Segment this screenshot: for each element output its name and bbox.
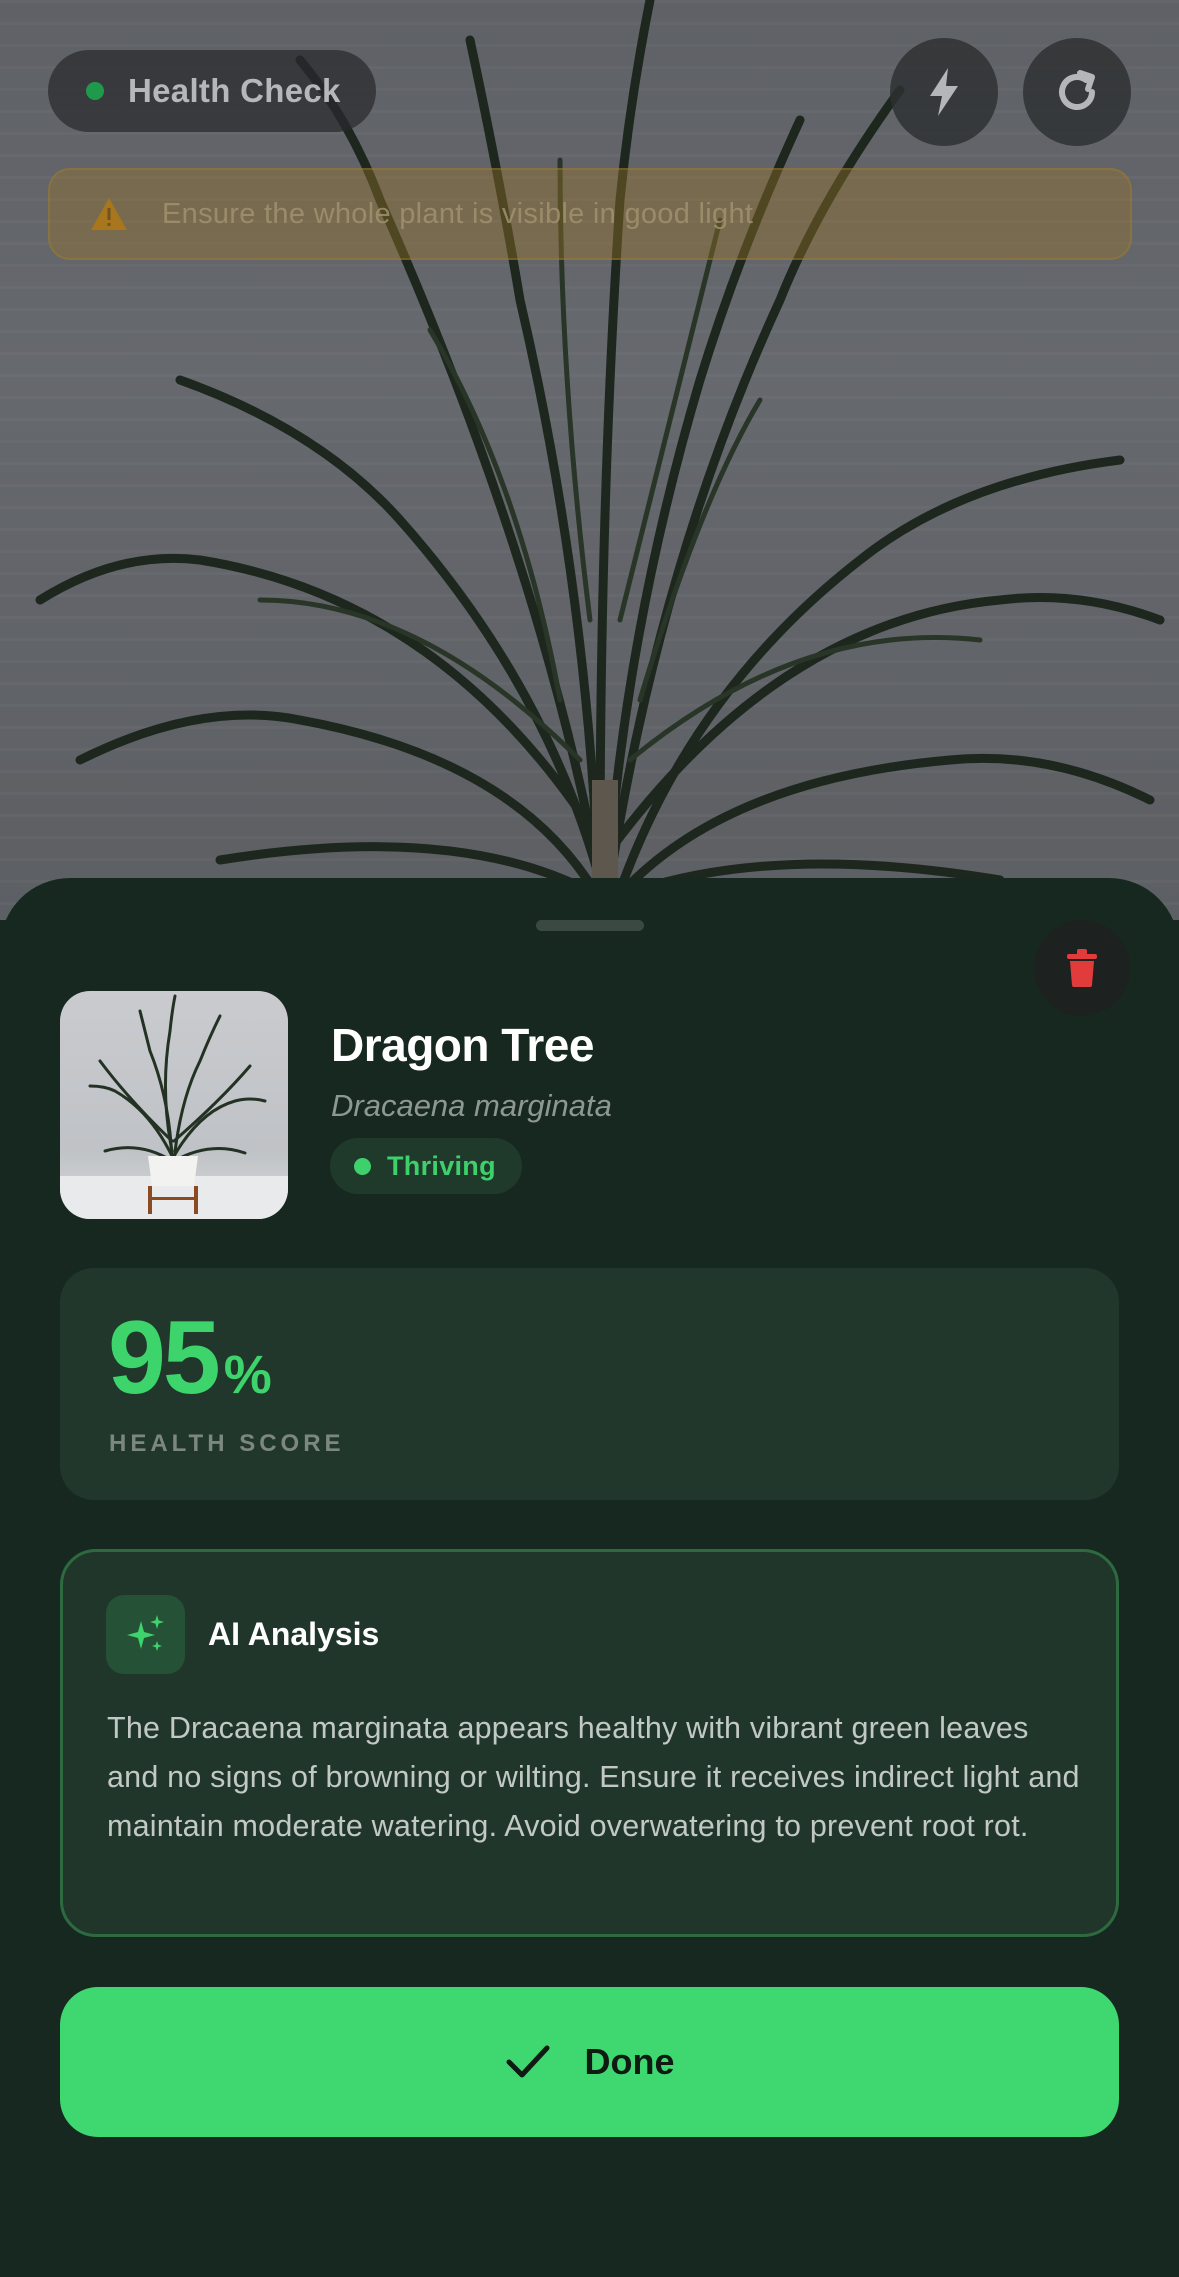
delete-button[interactable] xyxy=(1034,920,1130,1016)
trash-icon xyxy=(1067,949,1097,987)
health-check-mode-pill[interactable]: Health Check xyxy=(48,50,376,132)
health-score-value: 95 % xyxy=(108,1306,272,1410)
refresh-icon xyxy=(1059,70,1095,110)
status-dot xyxy=(86,82,104,100)
status-label: Thriving xyxy=(387,1150,496,1181)
camera-dim-overlay xyxy=(0,0,1179,920)
sheet-drag-handle[interactable] xyxy=(536,920,644,931)
checkmark-icon xyxy=(506,2045,549,2078)
health-check-label: Health Check xyxy=(128,72,341,109)
warning-text: Ensure the whole plant is visible in goo… xyxy=(162,197,754,230)
camera-preview xyxy=(0,0,1179,920)
sparkles-icon xyxy=(126,1614,164,1651)
warning-triangle-icon xyxy=(91,198,127,230)
flash-icon xyxy=(930,68,958,116)
refresh-button[interactable] xyxy=(1023,38,1131,146)
health-score-label: HEALTH SCORE xyxy=(109,1430,345,1457)
plant-scientific-name: Dracaena marginata xyxy=(331,1088,612,1123)
status-badge: Thriving xyxy=(330,1138,522,1194)
ai-analysis-text: The Dracaena marginata appears healthy w… xyxy=(107,1711,1080,1843)
ai-analysis-card: AI Analysis The Dracaena marginata appea… xyxy=(60,1549,1119,1937)
lighting-warning-banner: Ensure the whole plant is visible in goo… xyxy=(48,168,1132,260)
flash-button[interactable] xyxy=(890,38,998,146)
ai-icon-container xyxy=(106,1595,185,1674)
health-score-number: 95 xyxy=(108,1300,221,1416)
ai-analysis-title: AI Analysis xyxy=(208,1616,380,1652)
health-score-unit: % xyxy=(223,1345,272,1405)
status-dot xyxy=(354,1157,371,1175)
health-score-card: 95 % HEALTH SCORE xyxy=(60,1268,1119,1500)
result-bottom-sheet: Dragon Tree Dracaena marginata Thriving … xyxy=(0,878,1179,2277)
plant-thumbnail xyxy=(60,991,288,1219)
done-button[interactable]: Done xyxy=(60,1987,1119,2137)
plant-common-name: Dragon Tree xyxy=(331,1019,594,1071)
done-button-label: Done xyxy=(584,2041,675,2082)
